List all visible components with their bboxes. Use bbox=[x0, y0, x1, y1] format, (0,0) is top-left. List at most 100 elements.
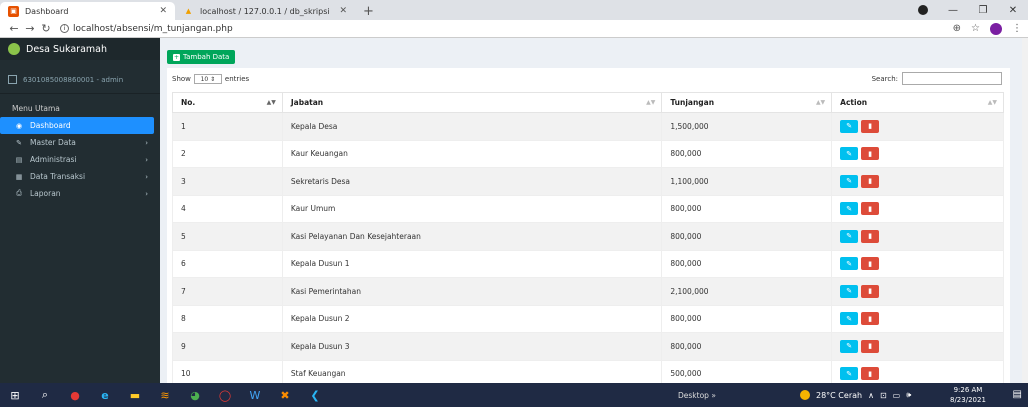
app-icon-red[interactable]: ● bbox=[60, 383, 90, 407]
show-label: Show bbox=[172, 75, 191, 83]
zoom-icon[interactable]: ⊕ bbox=[953, 23, 961, 34]
browser-tab-phpmyadmin[interactable]: ▲ localhost / 127.0.0.1 / db_skripsi ✕ bbox=[175, 2, 355, 20]
back-icon[interactable]: ← bbox=[6, 22, 22, 35]
edit-icon: ✎ bbox=[846, 177, 853, 186]
notification-icon[interactable]: ▤ bbox=[1013, 389, 1022, 400]
clock-time: 9:26 AM bbox=[953, 386, 983, 394]
file-explorer-icon[interactable]: ▬ bbox=[120, 383, 150, 407]
more-menu-icon[interactable]: ⋮ bbox=[1012, 23, 1022, 34]
edit-button[interactable]: ✎ bbox=[840, 174, 859, 188]
delete-button[interactable]: ▮ bbox=[861, 174, 880, 188]
weather-widget[interactable]: 28°C Cerah ∧ ⊡ ▭ 🕪 bbox=[800, 383, 911, 407]
delete-button[interactable]: ▮ bbox=[861, 229, 880, 243]
print-icon: ⎙ bbox=[16, 189, 22, 197]
profile-avatar[interactable] bbox=[990, 22, 1002, 35]
weather-sun-icon bbox=[800, 390, 810, 400]
cell-action: ✎ ▮ bbox=[831, 304, 1004, 333]
delete-button[interactable]: ▮ bbox=[861, 147, 880, 161]
reload-icon[interactable]: ↻ bbox=[38, 22, 54, 35]
delete-button[interactable]: ▮ bbox=[861, 312, 880, 326]
column-header-label: Tunjangan bbox=[670, 98, 715, 107]
xampp-icon[interactable]: ✖ bbox=[270, 383, 300, 407]
minimize-icon[interactable]: — bbox=[938, 5, 968, 16]
search-control: Search: bbox=[872, 72, 1002, 85]
chevron-right-icon: › bbox=[145, 155, 148, 164]
cell-jabatan: Sekretaris Desa bbox=[281, 167, 663, 196]
adminlte-favicon-icon: ▣ bbox=[8, 5, 19, 17]
column-header-jabatan[interactable]: Jabatan ▲▼ bbox=[281, 92, 663, 113]
internet-explorer-icon[interactable]: e bbox=[90, 383, 120, 407]
sort-icon: ▲▼ bbox=[646, 99, 656, 106]
info-icon[interactable]: i bbox=[60, 24, 69, 33]
vscode-icon[interactable]: ❮ bbox=[300, 383, 330, 407]
edit-button[interactable]: ✎ bbox=[840, 257, 859, 271]
book-icon: ▤ bbox=[15, 155, 23, 164]
close-icon[interactable]: ✕ bbox=[339, 6, 347, 16]
network-icon[interactable]: ⊡ bbox=[880, 391, 887, 400]
edit-button[interactable]: ✎ bbox=[840, 284, 859, 298]
cell-tunjangan: 800,000 bbox=[661, 332, 833, 361]
edit-icon: ✎ bbox=[846, 314, 853, 323]
delete-button[interactable]: ▮ bbox=[861, 367, 880, 381]
delete-button[interactable]: ▮ bbox=[861, 339, 880, 353]
url-field[interactable]: i localhost/absensi/m_tunjangan.php bbox=[60, 24, 233, 34]
entries-select[interactable]: 10 ⇕ bbox=[193, 74, 222, 84]
column-header-action[interactable]: Action ▲▼ bbox=[831, 92, 1004, 113]
browser-tab-bar: ▣ Dashboard ✕ ▲ localhost / 127.0.0.1 / … bbox=[0, 0, 1028, 20]
forward-icon[interactable]: → bbox=[22, 22, 38, 35]
table-row: 3 Sekretaris Desa 1,100,000 ✎ ▮ bbox=[172, 167, 1004, 196]
edit-button[interactable]: ✎ bbox=[840, 229, 859, 243]
edit-icon: ✎ bbox=[846, 232, 853, 241]
star-icon[interactable]: ☆ bbox=[971, 23, 980, 34]
record-icon[interactable] bbox=[918, 5, 928, 15]
system-clock[interactable]: 9:26 AM 8/23/2021 bbox=[950, 385, 986, 405]
new-tab-button[interactable]: + bbox=[355, 2, 382, 20]
battery-icon[interactable]: ▭ bbox=[893, 391, 901, 400]
edit-button[interactable]: ✎ bbox=[840, 339, 859, 353]
search-input[interactable] bbox=[902, 72, 1002, 85]
edit-icon: ✎ bbox=[846, 149, 853, 158]
delete-button[interactable]: ▮ bbox=[861, 202, 880, 216]
sidebar-item-administrasi[interactable]: ▤ Administrasi › bbox=[0, 151, 160, 168]
restore-icon[interactable]: ❐ bbox=[968, 5, 998, 16]
delete-button[interactable]: ▮ bbox=[861, 119, 880, 133]
column-header-tunjangan[interactable]: Tunjangan ▲▼ bbox=[661, 92, 833, 113]
close-window-icon[interactable]: ✕ bbox=[998, 5, 1028, 16]
sidebar-item-data-transaksi[interactable]: ▦ Data Transaksi › bbox=[0, 168, 160, 185]
word-icon[interactable]: W bbox=[240, 383, 270, 407]
add-data-button[interactable]: + Tambah Data bbox=[167, 50, 236, 64]
edit-button[interactable]: ✎ bbox=[840, 119, 859, 133]
menu-header: Menu Utama bbox=[12, 104, 60, 113]
data-table-box: Show 10 ⇕ entries Search: No. ▲▼ Jabatan ▲… bbox=[167, 68, 1010, 388]
column-header-no[interactable]: No. ▲▼ bbox=[172, 92, 283, 113]
browser-tab-dashboard[interactable]: ▣ Dashboard ✕ bbox=[0, 2, 175, 20]
windows-start-icon[interactable]: ⊞ bbox=[0, 383, 30, 407]
search-icon[interactable]: ⌕ bbox=[30, 383, 60, 407]
desktop-toolbar[interactable]: Desktop » bbox=[678, 383, 716, 407]
chevron-up-icon[interactable]: ∧ bbox=[868, 391, 874, 400]
cell-tunjangan: 800,000 bbox=[661, 139, 833, 168]
sidebar-item-dashboard[interactable]: ◉ Dashboard bbox=[0, 117, 154, 134]
updown-icon: ⇕ bbox=[210, 75, 216, 83]
delete-button[interactable]: ▮ bbox=[861, 284, 880, 298]
edit-button[interactable]: ✎ bbox=[840, 202, 859, 216]
table-row: 9 Kepala Dusun 3 800,000 ✎ ▮ bbox=[172, 332, 1004, 361]
volume-icon[interactable]: 🕪 bbox=[906, 390, 911, 400]
page-scrollbar[interactable] bbox=[1022, 38, 1028, 383]
delete-button[interactable]: ▮ bbox=[861, 257, 880, 271]
sublime-icon[interactable]: ≋ bbox=[150, 383, 180, 407]
sidebar-item-master-data[interactable]: ✎ Master Data › bbox=[0, 134, 160, 151]
cell-jabatan: Kaur Keuangan bbox=[281, 139, 663, 168]
edit-button[interactable]: ✎ bbox=[840, 367, 859, 381]
sidebar-item-laporan[interactable]: ⎙ Laporan › bbox=[0, 185, 160, 202]
cell-action: ✎ ▮ bbox=[831, 332, 1004, 361]
opera-icon[interactable]: ◯ bbox=[210, 383, 240, 407]
cell-tunjangan: 1,500,000 bbox=[661, 112, 833, 141]
sidebar-item-label: Master Data bbox=[30, 138, 76, 147]
sidebar-brand[interactable]: Desa Sukaramah bbox=[0, 38, 160, 60]
close-icon[interactable]: ✕ bbox=[159, 6, 167, 16]
trash-icon: ▮ bbox=[868, 177, 873, 186]
chrome-icon[interactable]: ◕ bbox=[180, 383, 210, 407]
edit-button[interactable]: ✎ bbox=[840, 312, 859, 326]
edit-button[interactable]: ✎ bbox=[840, 147, 859, 161]
